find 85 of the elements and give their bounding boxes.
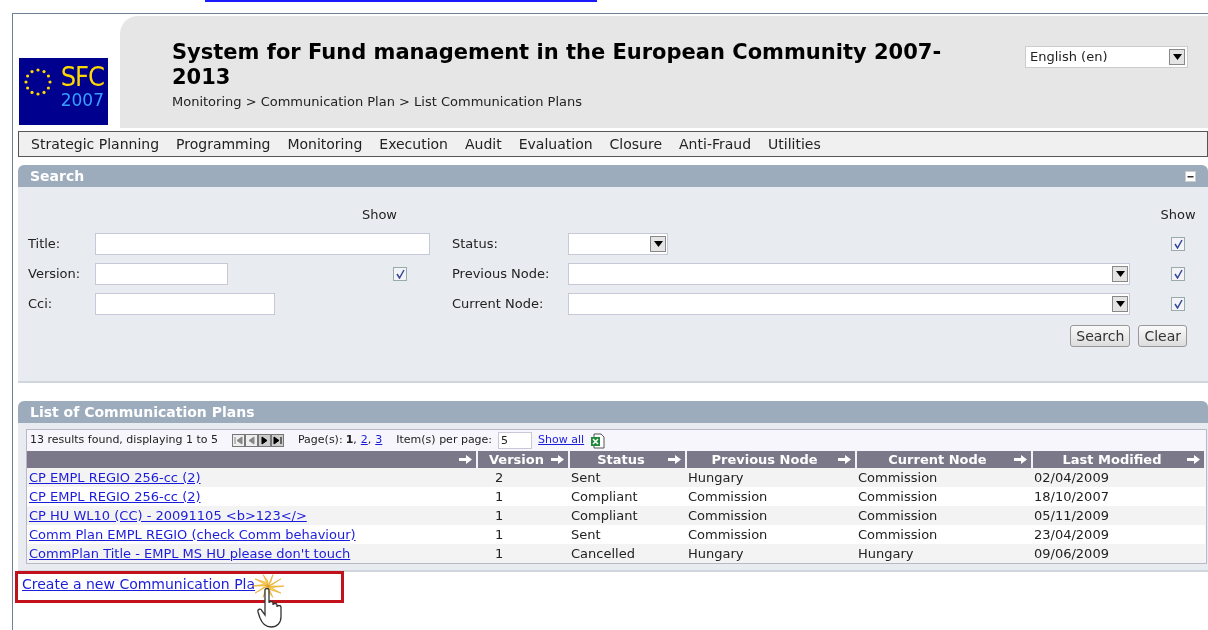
table-cell: 02/04/2009 xyxy=(1034,470,1109,485)
per-page-label: Item(s) per page: xyxy=(396,432,493,449)
page-link[interactable]: 3 xyxy=(375,432,383,449)
menu-item[interactable]: Monitoring xyxy=(287,133,363,155)
column-header: Status xyxy=(597,453,645,466)
input-field[interactable] xyxy=(95,292,275,315)
page-title: System for Fund management in the European Community 2007-2013 xyxy=(172,40,943,91)
select-field[interactable] xyxy=(568,292,1130,315)
table-cell: Sent xyxy=(571,527,601,542)
table-cell: Commission xyxy=(688,508,768,523)
field-label: Current Node: xyxy=(452,294,545,313)
table-cell: Commission xyxy=(858,489,938,504)
field-label: Previous Node: xyxy=(452,264,551,283)
star-ring-icon xyxy=(22,66,54,98)
logo-text: SFC xyxy=(60,63,104,90)
table-cell: Cancelled xyxy=(571,546,635,561)
table-cell: Commission xyxy=(858,470,938,485)
panel-title: Search xyxy=(30,166,85,186)
menu-item[interactable]: Utilities xyxy=(768,133,821,155)
menu-item[interactable]: Evaluation xyxy=(518,133,593,155)
table-cell: Hungary xyxy=(858,546,914,561)
breadcrumb: Monitoring > Communication Plan > List Communication Plans xyxy=(172,93,583,112)
field-label: Status: xyxy=(452,234,499,253)
table-cell: 2 xyxy=(495,470,504,485)
input-field[interactable] xyxy=(95,232,430,255)
column-header: Last Modified xyxy=(1062,453,1162,466)
table-cell: Hungary xyxy=(688,546,744,561)
table-cell: Commission xyxy=(858,508,938,523)
pages-label: Page(s): xyxy=(297,432,343,449)
table-cell: 23/04/2009 xyxy=(1034,527,1109,542)
sort-arrow-icon[interactable] xyxy=(1014,455,1027,464)
show-all-link[interactable]: Show all xyxy=(538,432,585,449)
menu-item[interactable]: Execution xyxy=(379,133,448,155)
page-separator: , xyxy=(367,432,372,449)
sort-arrow-icon[interactable] xyxy=(551,455,564,464)
form-button[interactable]: Clear xyxy=(1138,324,1187,347)
menu-item[interactable]: Programming xyxy=(176,133,271,155)
checkbox[interactable] xyxy=(1171,236,1185,251)
column-header: Version xyxy=(489,453,544,466)
table-cell: 1 xyxy=(495,489,504,504)
collapse-icon[interactable] xyxy=(1185,170,1196,182)
table-cell: Compliant xyxy=(571,489,638,504)
page-separator: , xyxy=(353,432,357,449)
language-select[interactable]: English (en) xyxy=(1025,46,1188,68)
table-cell: 1 xyxy=(495,527,504,542)
menu-item[interactable]: Anti-Fraud xyxy=(679,133,752,155)
table-cell: 1 xyxy=(495,508,504,523)
table-cell: Commission xyxy=(688,489,768,504)
panel-title: List of Communication Plans xyxy=(30,402,255,422)
table-cell: Commission xyxy=(858,527,938,542)
table-cell: Commission xyxy=(688,527,768,542)
per-page-field[interactable]: 5 xyxy=(498,432,533,449)
create-link[interactable]: Create a new Communication Pla xyxy=(22,576,256,592)
menu-item[interactable]: Strategic Planning xyxy=(31,133,160,155)
logo-year: 2007 xyxy=(60,92,104,109)
table-cell: Compliant xyxy=(571,508,638,523)
checkbox[interactable] xyxy=(393,266,407,281)
spreadsheet-icon[interactable] xyxy=(590,432,606,449)
table-cell: Hungary xyxy=(688,470,744,485)
table-cell: 18/10/2007 xyxy=(1034,489,1109,504)
results-summary: 13 results found, displaying 1 to 5 xyxy=(30,432,218,449)
table-cell: Sent xyxy=(571,470,601,485)
form-button[interactable]: Search xyxy=(1070,324,1131,347)
table-cell: 1 xyxy=(495,546,504,561)
column-header: Current Node xyxy=(888,453,987,466)
sort-arrow-icon[interactable] xyxy=(459,455,472,464)
field-label: Title: xyxy=(28,234,62,253)
sort-arrow-icon[interactable] xyxy=(1187,455,1200,464)
page-link[interactable]: 2 xyxy=(360,432,368,449)
checkbox[interactable] xyxy=(1171,266,1185,281)
sort-arrow-icon[interactable] xyxy=(838,455,851,464)
column-header: Show xyxy=(361,206,397,224)
menu-item[interactable]: Audit xyxy=(465,133,502,155)
column-header: Previous Node xyxy=(711,453,818,466)
column-header: Show xyxy=(1160,206,1196,224)
select-field[interactable] xyxy=(568,262,1130,285)
checkbox[interactable] xyxy=(1171,296,1185,311)
sort-arrow-icon[interactable] xyxy=(668,455,681,464)
table-cell: 05/11/2009 xyxy=(1034,508,1109,523)
table-cell: 09/06/2009 xyxy=(1034,546,1109,561)
input-field[interactable] xyxy=(95,262,228,285)
field-label: Version: xyxy=(28,264,82,283)
menu-item[interactable]: Closure xyxy=(609,133,663,155)
select-field[interactable] xyxy=(568,232,668,255)
field-label: Cci: xyxy=(28,294,54,313)
